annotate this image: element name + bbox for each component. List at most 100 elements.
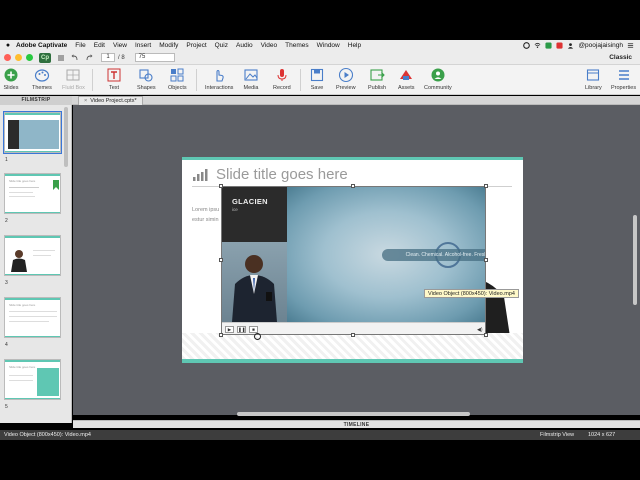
- media-button[interactable]: Media: [243, 67, 259, 91]
- save-icon: [310, 68, 324, 82]
- resize-handle-w[interactable]: [219, 258, 223, 262]
- assets-icon: [400, 70, 413, 80]
- publish-label: Publish: [368, 85, 387, 91]
- preview-button[interactable]: Preview: [336, 67, 356, 91]
- video-object[interactable]: GLACIEN ice Clean. Chemical. Alcohol-fre…: [221, 186, 486, 335]
- menu-help[interactable]: Help: [348, 42, 361, 49]
- minimize-window-button[interactable]: [15, 54, 22, 61]
- workspace-select[interactable]: Classic: [609, 54, 632, 61]
- shapes-label: Shapes: [137, 85, 156, 91]
- play-preview-icon: [338, 67, 353, 83]
- resize-handle-n[interactable]: [351, 184, 355, 188]
- list-icon[interactable]: [627, 42, 634, 49]
- slide-top-accent: [182, 157, 523, 160]
- publish-button[interactable]: Publish: [368, 67, 386, 91]
- menu-user-name[interactable]: @poojajaisingh: [578, 42, 623, 49]
- captivate-logo: Cp: [39, 52, 51, 63]
- preferences-icon[interactable]: [57, 54, 65, 62]
- menu-app-name[interactable]: Adobe Captivate: [16, 42, 67, 49]
- menu-edit[interactable]: Edit: [94, 42, 105, 49]
- filmstrip-slide-2[interactable]: Slide title goes here: [4, 173, 61, 214]
- save-button[interactable]: Save: [309, 67, 325, 91]
- page-total: / 8: [118, 54, 125, 61]
- properties-label: Properties: [611, 85, 637, 91]
- record-button[interactable]: Record: [273, 67, 291, 91]
- filmstrip-scrollbar[interactable]: [64, 107, 68, 167]
- status-view-mode: Filmstrip View: [540, 432, 575, 438]
- slide-body-text[interactable]: Lorem ipsu: [192, 207, 219, 213]
- stage-vertical-scrollbar[interactable]: [633, 215, 637, 305]
- menu-themes[interactable]: Themes: [285, 42, 308, 49]
- video-pause-button[interactable]: ❚❚: [237, 326, 246, 333]
- shapes-icon: [139, 69, 153, 82]
- community-button[interactable]: Community: [424, 67, 452, 91]
- filmstrip-slide-1[interactable]: [3, 111, 62, 154]
- resize-handle-nw[interactable]: [219, 184, 223, 188]
- timeline-panel-header[interactable]: TIMELINE: [73, 420, 640, 428]
- menu-tray: @poojajaisingh: [523, 42, 640, 49]
- slide-2-thumb-title: Slide title goes here: [9, 179, 36, 183]
- video-left-panel: GLACIEN ice: [222, 187, 287, 322]
- fluid-box-label: Fluid Box: [62, 85, 85, 91]
- slide-title[interactable]: Slide title goes here: [216, 166, 348, 183]
- creative-cloud-icon[interactable]: [523, 42, 531, 49]
- filmstrip-slide-3[interactable]: [4, 235, 61, 276]
- media-icon: [244, 69, 258, 81]
- zoom-select[interactable]: 75: [134, 53, 175, 62]
- zoom-window-button[interactable]: [26, 54, 33, 61]
- tray-red-icon[interactable]: [556, 42, 564, 49]
- hand-pointer-icon: [216, 69, 224, 82]
- menu-audio[interactable]: Audio: [236, 42, 253, 49]
- slide-4-thumb-title: Slide title goes here: [9, 303, 36, 307]
- main-toolbar: Slides Themes Fluid Box Text Shapes Obje…: [0, 65, 640, 95]
- app-tray-icon[interactable]: [545, 42, 553, 49]
- publish-icon: [370, 69, 385, 81]
- resize-handle-se[interactable]: [484, 333, 488, 337]
- filmstrip-slide-5[interactable]: Slide title goes here: [4, 359, 61, 400]
- resize-handle-s[interactable]: [351, 333, 355, 337]
- document-tab[interactable]: × Video Project.cptx*: [78, 96, 143, 105]
- menu-modify[interactable]: Modify: [159, 42, 178, 49]
- filmstrip-slide-4[interactable]: Slide title goes here: [4, 297, 61, 338]
- record-label: Record: [273, 85, 291, 91]
- properties-icon: [618, 70, 629, 80]
- close-tab-icon[interactable]: ×: [84, 98, 87, 104]
- text-button[interactable]: Text: [106, 67, 122, 91]
- slide-body-text-2[interactable]: estur simin: [192, 217, 219, 223]
- menu-view[interactable]: View: [113, 42, 127, 49]
- menu-project[interactable]: Project: [186, 42, 206, 49]
- undo-icon[interactable]: [71, 53, 79, 62]
- properties-button[interactable]: Properties: [611, 67, 636, 91]
- fluid-box-button[interactable]: Fluid Box: [62, 67, 85, 91]
- menu-video[interactable]: Video: [261, 42, 278, 49]
- filmstrip-panel: 1 Slide title goes here 2 3 Slide title …: [0, 105, 72, 423]
- resize-handle-sw[interactable]: [219, 333, 223, 337]
- current-page-input[interactable]: 1: [101, 53, 115, 62]
- assets-button[interactable]: Assets: [398, 67, 415, 91]
- redo-icon[interactable]: [85, 53, 93, 62]
- menu-file[interactable]: File: [75, 42, 85, 49]
- themes-button[interactable]: Themes: [32, 67, 52, 91]
- menu-window[interactable]: Window: [317, 42, 340, 49]
- resize-handle-e[interactable]: [484, 258, 488, 262]
- video-play-button[interactable]: ▶: [225, 326, 234, 333]
- text-icon: [107, 68, 121, 82]
- menu-quiz[interactable]: Quiz: [215, 42, 228, 49]
- toolbar-divider: [92, 69, 93, 91]
- library-button[interactable]: Library: [585, 67, 602, 91]
- video-volume-icon[interactable]: ◀): [477, 327, 483, 333]
- objects-button[interactable]: Objects: [168, 67, 187, 91]
- slides-button[interactable]: Slides: [3, 67, 19, 91]
- mouse-cursor-icon: [254, 333, 261, 340]
- user-icon[interactable]: [567, 42, 574, 49]
- interactions-button[interactable]: Interactions: [205, 67, 233, 91]
- shapes-button[interactable]: Shapes: [137, 67, 156, 91]
- resize-handle-ne[interactable]: [484, 184, 488, 188]
- close-window-button[interactable]: [4, 54, 11, 61]
- stage-horizontal-scrollbar[interactable]: [237, 412, 470, 416]
- wifi-icon[interactable]: [534, 42, 541, 49]
- apple-icon[interactable]: ●: [0, 42, 16, 49]
- menu-insert[interactable]: Insert: [135, 42, 151, 49]
- bar-chart-icon: [193, 169, 208, 181]
- video-brand-subtitle: ice: [232, 207, 238, 212]
